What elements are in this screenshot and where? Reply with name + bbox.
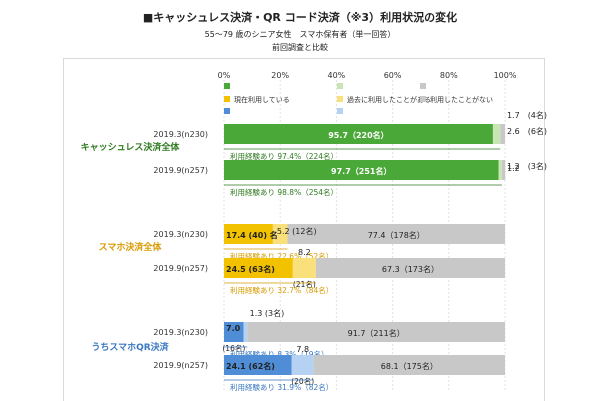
x-tick-label: 60%: [384, 71, 402, 80]
bar-value-label: 1.3 (3名): [250, 308, 285, 318]
legend-swatch: [420, 96, 426, 102]
bar-segment: [291, 355, 314, 375]
bar-segment: [292, 258, 316, 278]
period-label: 2019.9(n257): [153, 361, 208, 370]
bar-value-label: 68.1（175名）: [381, 361, 438, 371]
legend-label: 利用したことがない: [430, 95, 493, 104]
bar-segment: [243, 322, 248, 342]
legend-key-swatch: [337, 83, 343, 89]
experience-label: 利用経験あり 98.8%（254名）: [230, 187, 338, 197]
group-label: うちスマホQR決済: [91, 341, 169, 353]
x-tick-label: 40%: [328, 71, 346, 80]
bar-value-label: 7.0: [226, 324, 241, 333]
legend-label: 現在利用している: [234, 95, 290, 104]
legend-swatch: [224, 96, 230, 102]
x-tick-label: 80%: [440, 71, 458, 80]
period-label: 2019.3(n230): [153, 328, 208, 337]
period-label: 2019.3(n230): [153, 230, 208, 239]
bar-value-label: 24.5 (63名): [226, 264, 275, 274]
x-tick-label: 100%: [494, 71, 517, 80]
bar-segment: [498, 160, 502, 180]
bar-segment: [500, 124, 505, 144]
period-label: 2019.3(n230): [153, 130, 208, 139]
bar-segment: [501, 160, 506, 180]
bar-value-label: 8.2: [298, 248, 311, 257]
experience-label: 利用経験あり 97.4%（224名）: [230, 151, 338, 161]
bar-value-label: 97.7（251名）: [331, 166, 391, 176]
legend-key-swatch: [224, 108, 230, 114]
legend-key-swatch: [224, 83, 230, 89]
legend-key-swatch: [420, 83, 426, 89]
x-tick-label: 20%: [271, 71, 289, 80]
legend-label: 過去に利用したことがある: [347, 95, 431, 104]
bar-value-label: 67.3（173名）: [382, 264, 439, 274]
bar-value-label: 77.4（178名）: [368, 230, 425, 240]
period-label: 2019.9(n257): [153, 166, 208, 175]
bar-value-label: 2.6 (6名): [507, 126, 547, 136]
bar-segment: [492, 124, 501, 144]
bar-value-label: 91.7（211名）: [348, 328, 405, 338]
bar-value-label: 24.1 (62名): [226, 361, 275, 371]
bar-value-label: 95.7（220名）: [328, 130, 388, 140]
bar-value-label: 1.2 (3名): [507, 161, 547, 171]
period-label: 2019.9(n257): [153, 264, 208, 273]
x-tick-label: 0%: [218, 71, 231, 80]
bar-value-label: 17.4 (40) 名: [226, 230, 278, 240]
chart-svg: 0% 20% 40% 60% 80% 100%現在利用している 過去に利用したことがある 利用…: [81, 71, 547, 392]
experience-label: 利用経験あり 32.7%（84名）: [230, 285, 333, 295]
group-label: スマホ決済全体: [99, 241, 163, 253]
bar-value-label: 5.2 (12名): [277, 226, 317, 236]
legend-swatch: [337, 96, 343, 102]
experience-label: 利用経験あり 31.9%（82名）: [230, 382, 333, 392]
bar-value-label: 7.8: [296, 345, 309, 354]
legend-key-swatch: [337, 108, 343, 114]
bar-value-label: 1.7 (4名): [507, 110, 547, 120]
group-label: キャッシュレス決済全体: [81, 141, 181, 153]
